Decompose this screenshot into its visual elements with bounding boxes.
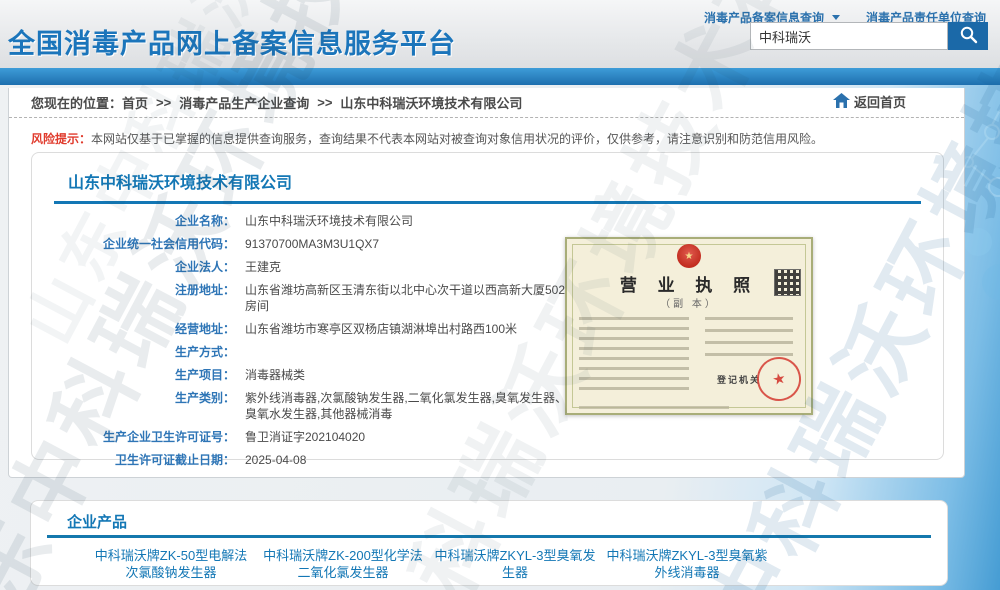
product-link-zkyl3-uv[interactable]: 中科瑞沃牌ZKYL-3型臭氧紫外线消毒器 [605,547,769,581]
product-links: 中科瑞沃牌ZK-50型电解法次氯酸钠发生器 中科瑞沃牌ZK-200型化学法二氧化… [89,547,769,581]
license-bottom-line [579,406,729,409]
risk-notice: 风险提示：本网站仅基于已掌握的信息提供查询服务，查询结果不代表本网站对被查询对象… [31,130,823,147]
page: 全国消毒产品网上备案信息服务平台 消毒产品备案信息查询 消毒产品责任单位查询 [0,0,1000,590]
product-link-zk50[interactable]: 中科瑞沃牌ZK-50型电解法次氯酸钠发生器 [89,547,253,581]
emblem-star: ★ [685,251,694,262]
field-value: 鲁卫消证字202104020 [245,429,365,445]
field-row-license-number: 生产企业卫生许可证号： 鲁卫消证字202104020 [32,429,943,445]
company-details-box: 山东中科瑞沃环境技术有限公司 企业名称： 山东中科瑞沃环境技术有限公司 企业统一… [31,152,944,460]
search-bar [750,22,988,50]
field-label: 生产企业卫生许可证号： [32,429,235,445]
field-value: 王建克 [245,259,281,275]
product-link-zkyl3-ozone[interactable]: 中科瑞沃牌ZKYL-3型臭氧发生器 [433,547,597,581]
chevron-down-icon [832,15,840,20]
license-issuer-label: 登记机关 [717,373,761,386]
products-divider [47,535,931,538]
qr-code-icon [774,269,801,296]
field-value: 山东省潍坊高新区玉清东街以北中心次干道以西高新大厦502房间 [245,282,575,314]
search-input[interactable] [750,22,948,50]
breadcrumb-separator: >> [156,95,171,110]
field-value: 山东中科瑞沃环境技术有限公司 [245,213,413,229]
main-panel: 您现在的位置： 首页 >> 消毒产品生产企业查询 >> 山东中科瑞沃环境技术有限… [8,88,965,478]
field-label: 生产方式： [32,344,235,360]
national-emblem-icon: ★ [677,244,701,268]
license-subtitle: （副 本） [567,295,811,310]
title-divider [54,201,921,204]
field-row-license-expiry: 卫生许可证截止日期： 2025-04-08 [32,452,943,468]
breadcrumb-prefix: 您现在的位置： [31,93,122,112]
field-label: 注册地址： [32,282,235,314]
products-panel: 企业产品 中科瑞沃牌ZK-50型电解法次氯酸钠发生器 中科瑞沃牌ZK-200型化… [30,500,948,586]
field-label: 企业名称： [32,213,235,229]
field-label: 卫生许可证截止日期： [32,452,235,468]
field-value: 山东省潍坊市寒亭区双杨店镇湖淋埠出村路西100米 [245,321,517,337]
header: 全国消毒产品网上备案信息服务平台 消毒产品备案信息查询 消毒产品责任单位查询 [0,0,1000,68]
field-label: 企业统一社会信用代码： [32,236,235,252]
field-value: 消毒器械类 [245,367,305,383]
breadcrumb-enterprise-query[interactable]: 消毒产品生产企业查询 [179,93,309,112]
field-value: 91370700MA3M3U1QX7 [245,236,379,252]
license-text-lines-right [705,317,793,359]
site-title: 全国消毒产品网上备案信息服务平台 [8,22,456,61]
breadcrumb-current: 山东中科瑞沃环境技术有限公司 [340,93,522,112]
field-row-company-name: 企业名称： 山东中科瑞沃环境技术有限公司 [32,213,943,229]
search-button[interactable] [948,22,988,50]
field-label: 生产类别： [32,390,235,422]
back-home-link[interactable]: 返回首页 [833,92,906,111]
field-label: 企业法人： [32,259,235,275]
breadcrumb-home[interactable]: 首页 [122,93,148,112]
header-divider-bar [0,68,1000,85]
search-icon [959,25,978,47]
license-text-lines-left [579,317,689,395]
breadcrumb: 您现在的位置： 首页 >> 消毒产品生产企业查询 >> 山东中科瑞沃环境技术有限… [9,88,964,118]
products-title: 企业产品 [67,511,127,532]
field-label: 经营地址： [32,321,235,337]
home-icon [833,93,850,111]
product-link-zk200[interactable]: 中科瑞沃牌ZK-200型化学法二氧化氯发生器 [261,547,425,581]
field-value: 2025-04-08 [245,452,306,468]
company-name-title: 山东中科瑞沃环境技术有限公司 [68,169,292,193]
risk-notice-text: 本网站仅基于已掌握的信息提供查询服务，查询结果不代表本网站对被查询对象信用状况的… [91,132,823,146]
breadcrumb-separator: >> [317,95,332,110]
field-label: 生产项目： [32,367,235,383]
business-license-image: ★ 营 业 执 照 （副 本） 登记机关 ★ [565,237,813,415]
back-home-label: 返回首页 [854,92,906,111]
field-value: 紫外线消毒器,次氯酸钠发生器,二氧化氯发生器,臭氧发生器、臭氧水发生器,其他器械… [245,390,575,422]
risk-notice-label: 风险提示： [31,132,91,146]
